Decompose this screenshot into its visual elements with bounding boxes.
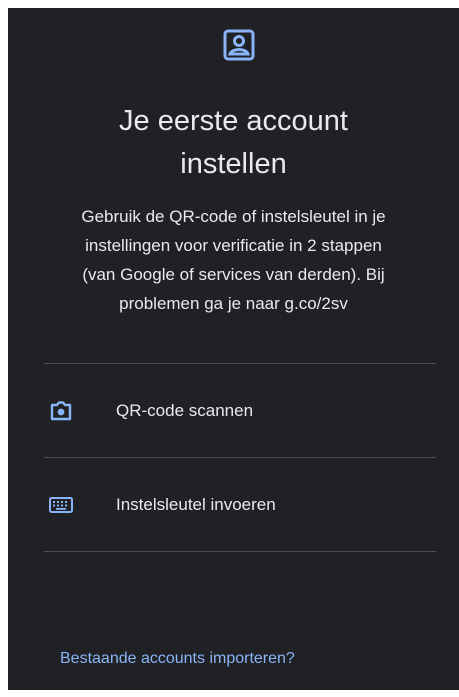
keyboard-icon [48, 492, 74, 518]
description-line-2: instellingen voor verificatie in 2 stapp… [85, 236, 382, 255]
description-line-1: Gebruik de QR-code of instelsleutel in j… [81, 207, 386, 226]
enter-setup-key-label: Instelsleutel invoeren [116, 495, 276, 514]
enter-setup-key-option[interactable]: Instelsleutel invoeren [44, 459, 436, 551]
divider [44, 551, 436, 552]
divider [44, 457, 436, 458]
page-title-line-2: instellen [180, 148, 287, 180]
setup-screen: Je eerste account instellen Gebruik de Q… [8, 8, 459, 690]
description-text: Gebruik de QR-code of instelsleutel in j… [32, 202, 435, 318]
divider [44, 363, 436, 364]
scan-qr-code-label: QR-code scannen [116, 401, 254, 420]
account-box-icon [222, 28, 256, 62]
import-accounts-link[interactable]: Bestaande accounts importeren? [60, 650, 295, 668]
camera-icon [48, 398, 74, 424]
scan-qr-code-option[interactable]: QR-code scannen [44, 365, 436, 457]
description-line-4: problemen ga je naar g.co/2sv [119, 294, 348, 313]
page-title-line-1: Je eerste account [119, 105, 348, 137]
page-title: Je eerste account instellen [8, 100, 459, 186]
description-line-3: (van Google of services van derden). Bij [82, 265, 385, 284]
